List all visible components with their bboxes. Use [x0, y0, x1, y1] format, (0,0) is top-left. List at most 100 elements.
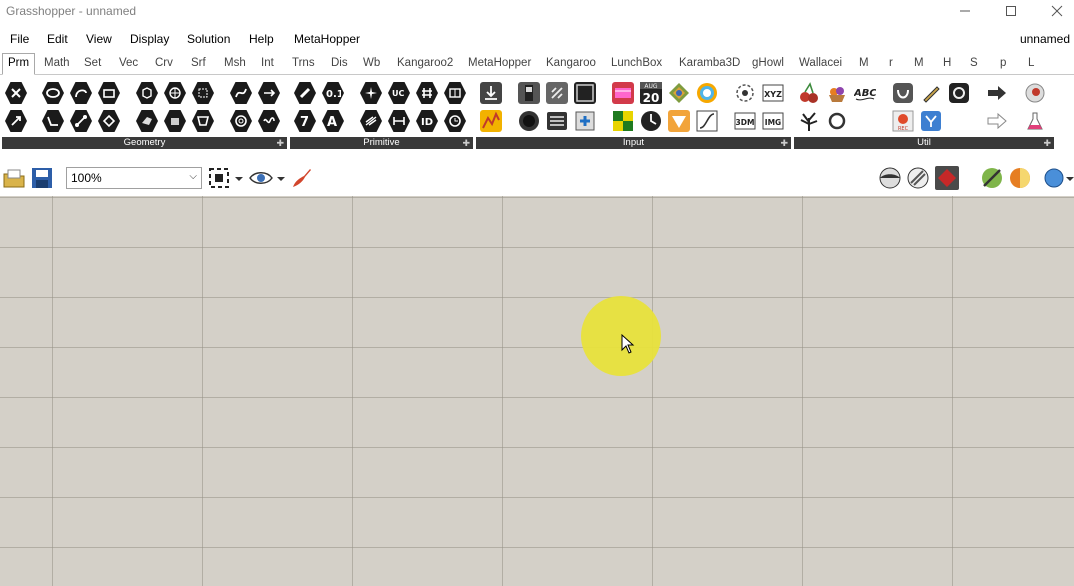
- tab-crv[interactable]: Crv: [155, 57, 173, 69]
- material-sphere-icon[interactable]: [1008, 166, 1032, 190]
- render-mesh-icon[interactable]: [1042, 166, 1066, 190]
- menu-metahopper[interactable]: MetaHopper: [294, 32, 360, 46]
- tab-m[interactable]: M: [859, 57, 869, 69]
- tab-l[interactable]: L: [1028, 57, 1034, 69]
- filter-icon[interactable]: [920, 110, 942, 132]
- number-param-icon[interactable]: 7: [294, 110, 316, 132]
- vector-param-icon[interactable]: [5, 110, 27, 132]
- primitive-expand-icon[interactable]: ✚: [462, 137, 470, 149]
- control-knob-icon[interactable]: [574, 110, 596, 132]
- record-icon[interactable]: REC: [892, 110, 914, 132]
- document-preview-icon[interactable]: [980, 166, 1004, 190]
- 3dm-icon[interactable]: 3DM: [734, 110, 756, 132]
- relay-arrow-icon[interactable]: [986, 82, 1008, 104]
- mesh-param-icon[interactable]: [98, 110, 120, 132]
- field-param-icon[interactable]: [164, 82, 186, 104]
- gradient-control-icon[interactable]: [668, 110, 690, 132]
- util-expand-icon[interactable]: ✚: [1043, 137, 1051, 149]
- tab-wb[interactable]: Wb: [363, 57, 380, 69]
- zoom-extents-icon[interactable]: [207, 166, 231, 190]
- abc-icon[interactable]: ABC: [853, 82, 877, 104]
- tab-trns[interactable]: Trns: [292, 57, 315, 69]
- text-param-icon[interactable]: A: [322, 110, 344, 132]
- tab-dis[interactable]: Dis: [331, 57, 348, 69]
- tab-int[interactable]: Int: [261, 57, 274, 69]
- render-mesh-dropdown-icon[interactable]: [1066, 166, 1074, 190]
- view-capture-icon[interactable]: [734, 82, 756, 104]
- tab-ghowl[interactable]: gHowl: [752, 57, 784, 69]
- ring-icon[interactable]: [826, 110, 848, 132]
- time-param-icon[interactable]: [444, 110, 466, 132]
- grasshopper-canvas[interactable]: [0, 196, 1074, 586]
- twisted-box-param-icon[interactable]: [192, 110, 214, 132]
- complex-param-icon[interactable]: UC: [388, 82, 410, 104]
- slider-icon[interactable]: [518, 82, 540, 104]
- close-button[interactable]: [1034, 0, 1074, 22]
- img-icon[interactable]: IMG: [762, 110, 784, 132]
- tab-kangaroo[interactable]: Kangaroo: [546, 57, 596, 69]
- clock-icon[interactable]: [640, 110, 662, 132]
- geometry-pipeline-icon[interactable]: [258, 110, 280, 132]
- bitmap-icon[interactable]: [612, 110, 634, 132]
- curve-param-icon[interactable]: [230, 82, 252, 104]
- color-param-icon[interactable]: [360, 82, 382, 104]
- tab-wallacei[interactable]: Wallacei: [799, 57, 842, 69]
- polyline-param-icon[interactable]: [42, 110, 64, 132]
- tab-prm[interactable]: Prm: [2, 53, 36, 75]
- brep-param-icon[interactable]: [164, 110, 186, 132]
- sketch-brush-icon[interactable]: [290, 166, 314, 190]
- data-dam-icon[interactable]: [892, 82, 914, 104]
- interval-param-icon[interactable]: [388, 110, 410, 132]
- preview-eye-icon[interactable]: [249, 166, 273, 190]
- menu-display[interactable]: Display: [130, 32, 169, 46]
- point-param-icon[interactable]: [5, 82, 27, 104]
- tab-h[interactable]: H: [943, 57, 951, 69]
- tab-metahopper[interactable]: MetaHopper: [468, 57, 531, 69]
- group-param-icon[interactable]: [192, 82, 214, 104]
- tab-karamba3d[interactable]: Karamba3D: [679, 57, 740, 69]
- display-selected-icon[interactable]: [935, 166, 959, 190]
- plane-param-icon[interactable]: [70, 110, 92, 132]
- preview-dropdown-icon[interactable]: [276, 166, 286, 190]
- menu-view[interactable]: View: [86, 32, 112, 46]
- tab-m2[interactable]: M: [914, 57, 924, 69]
- menu-help[interactable]: Help: [249, 32, 274, 46]
- panel-icon[interactable]: [574, 82, 596, 104]
- line-param-icon[interactable]: [258, 82, 280, 104]
- input-expand-icon[interactable]: ✚: [780, 137, 788, 149]
- galapagos-icon[interactable]: [1024, 82, 1046, 104]
- calendar-icon[interactable]: AUG 20: [640, 82, 662, 105]
- image-sampler-icon[interactable]: [612, 82, 634, 104]
- pencil-icon[interactable]: [920, 82, 942, 104]
- zoom-extents-dropdown-icon[interactable]: [234, 166, 244, 190]
- matrix-param-icon[interactable]: [444, 82, 466, 104]
- zoom-select[interactable]: 100% ⌵: [66, 167, 202, 189]
- button-icon[interactable]: [518, 110, 540, 132]
- maximize-button[interactable]: [988, 0, 1034, 22]
- tab-math[interactable]: Math: [44, 57, 70, 69]
- tree-icon[interactable]: [798, 110, 820, 132]
- tab-srf[interactable]: Srf: [191, 57, 206, 69]
- bezier-icon[interactable]: [696, 110, 718, 132]
- tab-s[interactable]: S: [970, 57, 978, 69]
- rectangle-param-icon[interactable]: [98, 82, 120, 104]
- domain-param-icon[interactable]: 0.1: [322, 82, 344, 104]
- tab-vec[interactable]: Vec: [119, 57, 138, 69]
- display-wire-icon[interactable]: [878, 166, 902, 190]
- tab-r[interactable]: r: [889, 57, 893, 69]
- tab-kangaroo2[interactable]: Kangaroo2: [397, 57, 453, 69]
- xyz-icon[interactable]: XYZ: [762, 82, 784, 104]
- stream-arrow-icon[interactable]: [986, 110, 1008, 132]
- import-icon[interactable]: [480, 82, 502, 104]
- box-param-icon[interactable]: [136, 82, 158, 104]
- graph-mapper-icon[interactable]: [480, 110, 502, 132]
- boolean-param-icon[interactable]: [294, 82, 316, 104]
- fruit-basket-icon[interactable]: [826, 82, 848, 104]
- open-file-icon[interactable]: [2, 166, 26, 190]
- colour-wheel-icon[interactable]: [696, 82, 718, 104]
- gradient-icon[interactable]: [546, 82, 568, 104]
- surface-param-icon[interactable]: [136, 110, 158, 132]
- guid-param-icon[interactable]: ID: [416, 110, 438, 132]
- minimize-button[interactable]: [942, 0, 988, 22]
- cherry-picker-icon[interactable]: [798, 82, 820, 104]
